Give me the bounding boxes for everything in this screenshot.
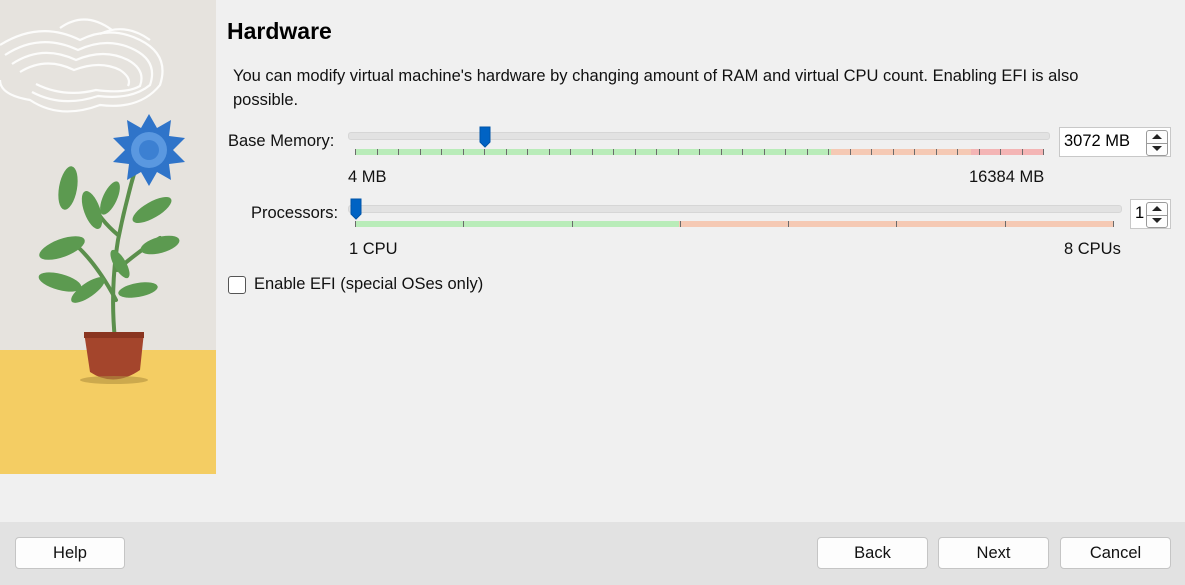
slider-tick — [419, 149, 421, 155]
base-memory-min-label: 4 MB — [348, 168, 387, 186]
base-memory-slider-thumb[interactable] — [479, 126, 491, 148]
enable-efi-label[interactable]: Enable EFI (special OSes only) — [254, 275, 483, 294]
slider-tick — [484, 149, 485, 155]
slider-tick — [613, 149, 614, 155]
base-memory-decrement-button[interactable] — [1147, 143, 1167, 155]
slider-tick — [462, 149, 464, 155]
processors-value[interactable]: 1 — [1135, 204, 1144, 223]
slider-tick — [505, 149, 507, 155]
slider-tick — [914, 149, 915, 155]
help-button[interactable]: Help — [15, 537, 125, 569]
slider-tick — [591, 149, 593, 155]
range-danger — [971, 149, 1043, 155]
processors-decrement-button[interactable] — [1147, 215, 1167, 227]
slider-tick — [1113, 221, 1114, 227]
arrow-up-icon — [1152, 134, 1162, 139]
cancel-button[interactable]: Cancel — [1060, 537, 1171, 569]
base-memory-spinbox[interactable]: 3072 MB — [1059, 127, 1171, 157]
arrow-down-icon — [1152, 218, 1162, 223]
slider-tick — [527, 149, 528, 155]
slider-tick — [935, 149, 937, 155]
processors-slider-thumb[interactable] — [350, 198, 362, 220]
slider-tick — [634, 149, 636, 155]
arrow-down-icon — [1152, 146, 1162, 151]
processors-label: Processors: — [251, 204, 339, 222]
range-warning — [831, 149, 971, 155]
slider-tick — [355, 221, 356, 227]
slider-tick — [571, 221, 573, 227]
page-title: Hardware — [227, 18, 332, 44]
slider-track — [348, 205, 1122, 213]
slider-tick — [441, 149, 442, 155]
back-button[interactable]: Back — [817, 537, 928, 569]
slider-tick — [1004, 221, 1006, 227]
slider-tick — [785, 149, 786, 155]
slider-tick — [957, 149, 958, 155]
slider-tick — [1043, 149, 1044, 155]
processors-max-label: 8 CPUs — [1064, 240, 1121, 258]
slider-tick — [828, 149, 829, 155]
slider-tick — [398, 149, 399, 155]
wizard-illustration — [0, 0, 216, 474]
slider-tick — [896, 221, 898, 227]
enable-efi-checkbox[interactable] — [228, 276, 246, 294]
slider-tick — [742, 149, 743, 155]
arrow-up-icon — [1152, 206, 1162, 211]
slider-tick — [806, 149, 808, 155]
next-button[interactable]: Next — [938, 537, 1049, 569]
slider-tick — [892, 149, 894, 155]
slider-tick — [1021, 149, 1023, 155]
slider-tick — [849, 149, 851, 155]
base-memory-label: Base Memory: — [228, 132, 335, 150]
base-memory-slider[interactable] — [348, 126, 1050, 158]
slider-tick — [463, 221, 465, 227]
range-ok — [355, 149, 831, 155]
slider-tick — [871, 149, 872, 155]
slider-tick — [376, 149, 378, 155]
slider-tick — [355, 149, 356, 155]
slider-tick — [720, 149, 722, 155]
base-memory-max-label: 16384 MB — [969, 168, 1045, 186]
slider-tick — [763, 149, 765, 155]
slider-tick — [699, 149, 700, 155]
slider-tick — [656, 149, 657, 155]
slider-tick — [788, 221, 790, 227]
page-description: You can modify virtual machine's hardwar… — [233, 67, 1079, 109]
slider-tick — [978, 149, 980, 155]
slider-track — [348, 132, 1050, 140]
processors-min-label: 1 CPU — [349, 240, 398, 258]
slider-tick — [548, 149, 550, 155]
processors-slider[interactable] — [348, 198, 1122, 230]
range-ok — [355, 221, 679, 227]
slider-tick — [679, 221, 681, 227]
slider-tick — [677, 149, 679, 155]
processors-spinbox[interactable]: 1 — [1130, 199, 1171, 229]
slider-tick — [570, 149, 571, 155]
base-memory-value[interactable]: 3072 MB — [1064, 132, 1130, 151]
slider-tick — [1000, 149, 1001, 155]
